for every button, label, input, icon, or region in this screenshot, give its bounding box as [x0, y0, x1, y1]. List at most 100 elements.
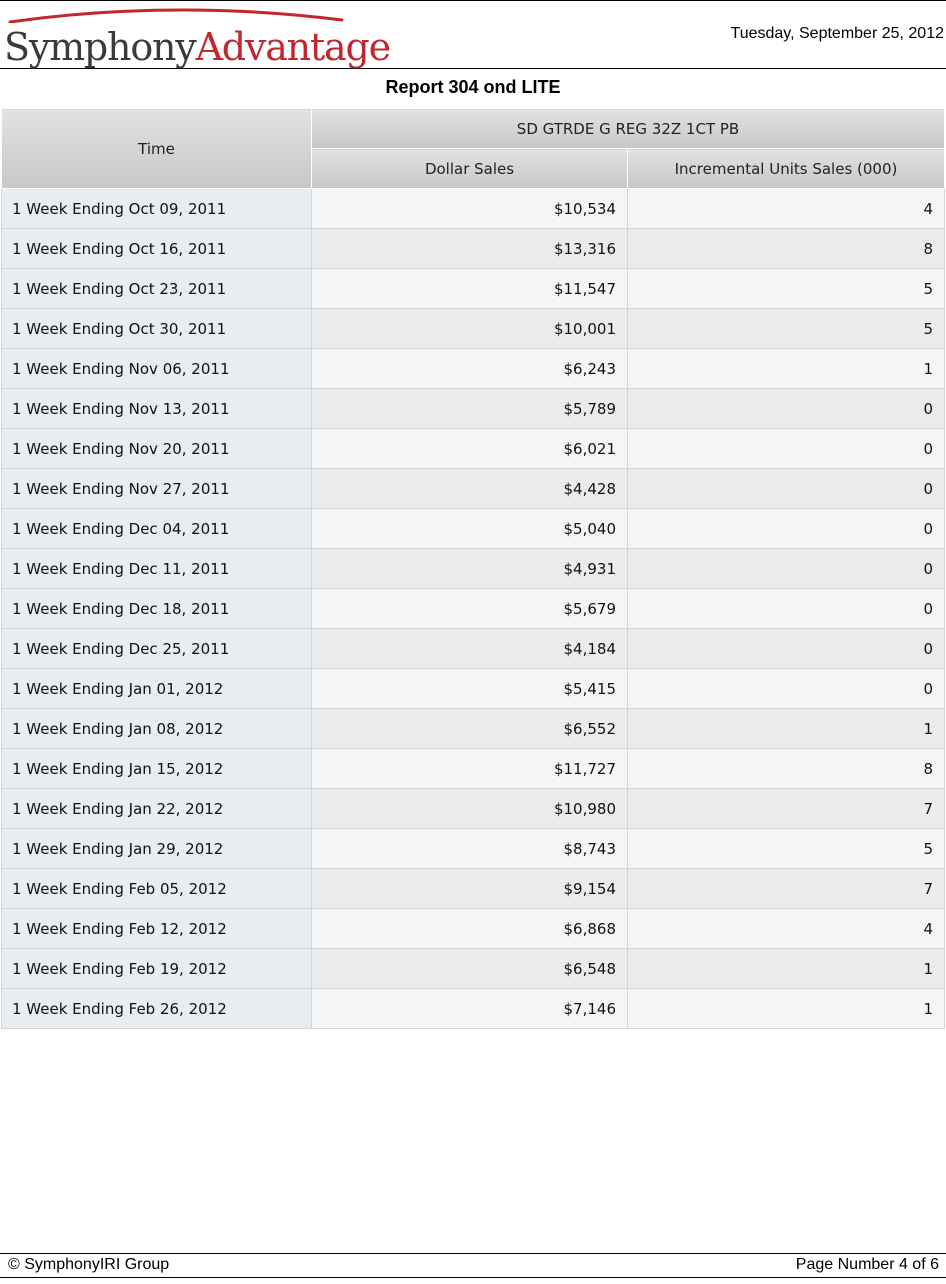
table-row: 1 Week Ending Nov 27, 2011 $4,428 0: [1, 468, 946, 509]
table-row: 1 Week Ending Jan 29, 2012 $8,743 5: [1, 828, 946, 869]
table-row: 1 Week Ending Dec 11, 2011 $4,931 0: [1, 548, 946, 589]
dollar-sales-cell: $4,184: [311, 628, 628, 669]
dollar-sales-cell: $6,548: [311, 948, 628, 989]
table-row: 1 Week Ending Dec 25, 2011 $4,184 0: [1, 628, 946, 669]
table-row: 1 Week Ending Jan 01, 2012 $5,415 0: [1, 668, 946, 709]
incremental-units-cell: 0: [626, 428, 946, 469]
incremental-units-cell: 0: [626, 548, 946, 589]
table-row: 1 Week Ending Oct 09, 2011 $10,534 4: [1, 188, 946, 229]
dollar-sales-cell: $5,679: [311, 588, 628, 629]
time-cell: 1 Week Ending Dec 25, 2011: [1, 628, 312, 669]
logo-text-advantage: Advantage: [195, 25, 392, 69]
time-cell: 1 Week Ending Jan 22, 2012: [1, 788, 312, 829]
incremental-units-cell: 4: [626, 188, 946, 229]
report-title: Report 304 ond LITE: [385, 77, 561, 97]
logo-arc-icon: [8, 8, 344, 23]
dollar-sales-header: Dollar Sales: [311, 148, 628, 189]
time-cell: 1 Week Ending Jan 29, 2012: [1, 828, 312, 869]
dollar-sales-cell: $8,743: [311, 828, 628, 869]
time-cell: 1 Week Ending Feb 26, 2012: [1, 988, 312, 1029]
footer-divider: [0, 1253, 946, 1254]
time-cell: 1 Week Ending Nov 20, 2011: [1, 428, 312, 469]
dollar-sales-cell: $10,534: [311, 188, 628, 229]
incremental-units-cell: 1: [626, 988, 946, 1029]
table-row: 1 Week Ending Oct 30, 2011 $10,001 5: [1, 308, 946, 349]
table-row: 1 Week Ending Dec 18, 2011 $5,679 0: [1, 588, 946, 629]
table-row: 1 Week Ending Dec 04, 2011 $5,040 0: [1, 508, 946, 549]
table-row: 1 Week Ending Jan 15, 2012 $11,727 8: [1, 748, 946, 789]
time-cell: 1 Week Ending Oct 23, 2011: [1, 268, 312, 309]
incremental-units-cell: 7: [626, 788, 946, 829]
incremental-units-cell: 0: [626, 388, 946, 429]
dollar-sales-cell: $11,547: [311, 268, 628, 309]
symphony-advantage-logo: SymphonyAdvantage: [4, 3, 391, 69]
dollar-sales-cell: $6,868: [311, 908, 628, 949]
table-row: 1 Week Ending Nov 06, 2011 $6,243 1: [1, 348, 946, 389]
time-cell: 1 Week Ending Nov 13, 2011: [1, 388, 312, 429]
report-header: SymphonyAdvantage Tuesday, September 25,…: [0, 1, 946, 69]
incremental-units-cell: 0: [626, 628, 946, 669]
table-row: 1 Week Ending Feb 05, 2012 $9,154 7: [1, 868, 946, 909]
dollar-sales-cell: $9,154: [311, 868, 628, 909]
time-cell: 1 Week Ending Jan 08, 2012: [1, 708, 312, 749]
incremental-units-cell: 0: [626, 508, 946, 549]
incremental-units-cell: 1: [626, 708, 946, 749]
dollar-sales-cell: $6,243: [311, 348, 628, 389]
dollar-sales-cell: $13,316: [311, 228, 628, 269]
time-column-header: Time: [1, 108, 312, 189]
logo-wordmark: SymphonyAdvantage: [4, 25, 392, 69]
table-body: 1 Week Ending Oct 09, 2011 $10,534 4 1 Week…: [1, 188, 946, 1029]
time-cell: 1 Week Ending Oct 09, 2011: [1, 188, 312, 229]
dollar-sales-cell: $5,415: [311, 668, 628, 709]
time-cell: 1 Week Ending Nov 27, 2011: [1, 468, 312, 509]
time-cell: 1 Week Ending Oct 30, 2011: [1, 308, 312, 349]
table-row: 1 Week Ending Feb 12, 2012 $6,868 4: [1, 908, 946, 949]
time-cell: 1 Week Ending Dec 11, 2011: [1, 548, 312, 589]
dollar-sales-cell: $5,040: [311, 508, 628, 549]
time-cell: 1 Week Ending Feb 19, 2012: [1, 948, 312, 989]
time-cell: 1 Week Ending Jan 15, 2012: [1, 748, 312, 789]
incremental-units-cell: 7: [626, 868, 946, 909]
incremental-units-header: Incremental Units Sales (000): [626, 148, 946, 189]
incremental-units-cell: 0: [626, 468, 946, 509]
table-row: 1 Week Ending Oct 16, 2011 $13,316 8: [1, 228, 946, 269]
table-row: 1 Week Ending Oct 23, 2011 $11,547 5: [1, 268, 946, 309]
table-row: 1 Week Ending Jan 08, 2012 $6,552 1: [1, 708, 946, 749]
incremental-units-cell: 8: [626, 228, 946, 269]
table-row: 1 Week Ending Nov 20, 2011 $6,021 0: [1, 428, 946, 469]
time-cell: 1 Week Ending Dec 04, 2011: [1, 508, 312, 549]
logo-text-symphony: Symphony: [4, 25, 197, 69]
dollar-sales-cell: $4,931: [311, 548, 628, 589]
dollar-sales-cell: $4,428: [311, 468, 628, 509]
dollar-sales-cell: $11,727: [311, 748, 628, 789]
dollar-sales-cell: $5,789: [311, 388, 628, 429]
incremental-units-cell: 0: [626, 588, 946, 629]
report-date: Tuesday, September 25, 2012: [730, 25, 944, 42]
sales-table: Time SD GTRDE G REG 32Z 1CT PB Dollar Sa…: [1, 108, 946, 1029]
dollar-sales-cell: $6,021: [311, 428, 628, 469]
table-row: 1 Week Ending Jan 22, 2012 $10,980 7: [1, 788, 946, 829]
time-cell: 1 Week Ending Jan 01, 2012: [1, 668, 312, 709]
dollar-sales-cell: $10,001: [311, 308, 628, 349]
time-cell: 1 Week Ending Feb 12, 2012: [1, 908, 312, 949]
incremental-units-cell: 5: [626, 308, 946, 349]
table-row: 1 Week Ending Nov 13, 2011 $5,789 0: [1, 388, 946, 429]
incremental-units-cell: 5: [626, 268, 946, 309]
dollar-sales-cell: $6,552: [311, 708, 628, 749]
incremental-units-cell: 1: [626, 348, 946, 389]
incremental-units-cell: 8: [626, 748, 946, 789]
incremental-units-cell: 4: [626, 908, 946, 949]
table-row: 1 Week Ending Feb 26, 2012 $7,146 1: [1, 988, 946, 1029]
time-cell: 1 Week Ending Nov 06, 2011: [1, 348, 312, 389]
time-cell: 1 Week Ending Feb 05, 2012: [1, 868, 312, 909]
footer-bottom-line: [0, 1277, 946, 1278]
incremental-units-cell: 1: [626, 948, 946, 989]
incremental-units-cell: 0: [626, 668, 946, 709]
dollar-sales-cell: $7,146: [311, 988, 628, 1029]
product-group-header: SD GTRDE G REG 32Z 1CT PB: [310, 108, 946, 149]
time-cell: 1 Week Ending Dec 18, 2011: [1, 588, 312, 629]
footer-page-number: Page Number 4 of 6: [795, 1256, 939, 1273]
footer-copyright: © SymphonyIRI Group: [8, 1256, 170, 1273]
incremental-units-cell: 5: [626, 828, 946, 869]
dollar-sales-cell: $10,980: [311, 788, 628, 829]
